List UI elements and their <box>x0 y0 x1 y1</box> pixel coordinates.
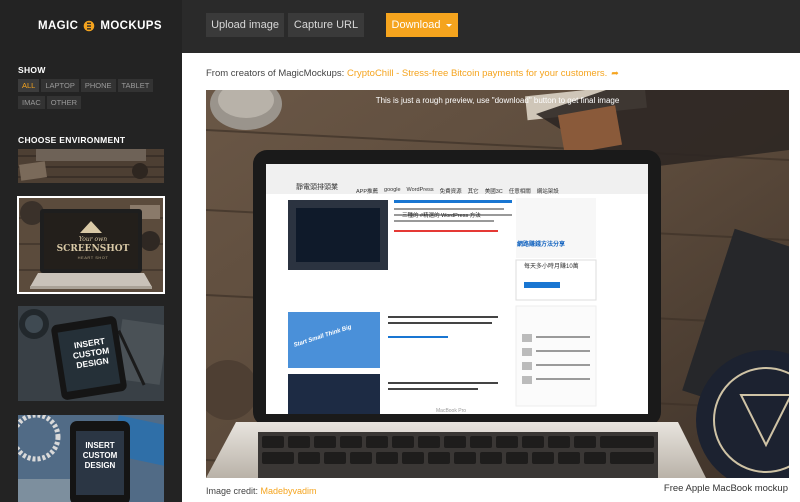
filter-phone[interactable]: PHONE <box>80 79 116 92</box>
screen-nav-item-5: 其它 <box>467 189 479 195</box>
filter-tablet[interactable]: TABLET <box>117 79 154 92</box>
screen-nav-item-7: 任意相關 <box>508 189 531 195</box>
screen-nav-item-3: WordPress <box>406 187 434 193</box>
screen-nav-item-8: 網站架設 <box>536 189 559 195</box>
thumbnail-1-image <box>18 149 164 183</box>
screen-nav-item-1: APP推薦 <box>356 189 379 195</box>
thumbnail-4-caption-line-1: INSERT <box>85 441 115 450</box>
chevron-down-icon <box>446 23 453 27</box>
filter-other[interactable]: OTHER <box>46 96 81 109</box>
top-toolbar: Upload image Capture URL Download <box>182 0 800 53</box>
screen-side-heading: 每天多小時月賺10萬 <box>524 264 579 270</box>
promo-prefix: From creators of MagicMockups: <box>206 68 347 79</box>
download-button[interactable]: Download <box>386 13 458 37</box>
download-button-label: Download <box>391 19 441 31</box>
screen-nav-item-2: google <box>384 187 401 193</box>
coin-logo-icon <box>84 20 95 32</box>
capture-url-button[interactable]: Capture URL <box>288 13 364 37</box>
environment-thumbnail-3[interactable]: INSERT CUSTOM DESIGN <box>18 306 164 401</box>
show-label: SHOW <box>18 65 46 75</box>
screen-article-headline: 三種的 #精選的 WordPress 方法 <box>402 213 481 219</box>
device-filter-row-1: ALL LAPTOP PHONE TABLET <box>18 79 154 92</box>
sidebar: MAGIC MOCKUPS SHOW ALL LAPTOP PHONE TABL… <box>0 0 182 502</box>
thumbnail-2-caption-small: Your own <box>78 236 108 243</box>
screen-side-title: 網路賺錢方法分享 <box>517 242 566 248</box>
screen-site-title: 靜電頭排頭業 <box>296 184 338 191</box>
environment-thumbnail-1[interactable] <box>18 149 164 183</box>
brand-logo[interactable]: MAGIC MOCKUPS <box>38 19 162 33</box>
upload-image-button[interactable]: Upload image <box>206 13 284 37</box>
image-credit: Image credit: Madebyvadim <box>206 486 317 496</box>
mockup-preview: This is just a rough preview, use "downl… <box>206 90 789 478</box>
environment-thumbnail-4[interactable]: INSERT CUSTOM DESIGN <box>18 415 164 502</box>
mockup-preview-image <box>206 90 789 478</box>
filter-all[interactable]: ALL <box>18 79 40 92</box>
thumbnail-2-caption-sub: HEART SHOT <box>77 255 109 260</box>
preview-notice: This is just a rough preview, use "downl… <box>375 96 620 105</box>
environment-thumbnail-2[interactable]: Your own SCREENSHOT HEART SHOT <box>17 196 165 294</box>
filter-laptop[interactable]: LAPTOP <box>41 79 79 92</box>
share-arrow-icon[interactable]: ➦ <box>611 68 619 78</box>
laptop-model-label: MacBook Pro <box>436 408 467 414</box>
screen-nav-item-4: 免費資源 <box>439 189 462 195</box>
cryptochill-link[interactable]: CryptoChill - Stress-free Bitcoin paymen… <box>347 68 607 79</box>
brand-name-left: MAGIC <box>38 20 79 32</box>
promo-banner: From creators of MagicMockups: CryptoChi… <box>206 68 619 79</box>
device-filter-row-2: IMAC OTHER <box>18 96 81 109</box>
screen-nav-item-6: 美國3C <box>484 189 503 195</box>
choose-environment-label: CHOOSE ENVIRONMENT <box>18 135 126 145</box>
thumbnail-4-caption-line-3: DESIGN <box>84 461 116 470</box>
thumbnail-2-caption-big: SCREENSHOT <box>56 244 130 254</box>
mockup-name-label: Free Apple MacBook mockup <box>661 483 790 494</box>
image-credit-prefix: Image credit: <box>206 486 261 496</box>
filter-imac[interactable]: IMAC <box>18 96 45 109</box>
brand-name-right: MOCKUPS <box>100 20 162 32</box>
screen-site-nav: APP推薦 google WordPress 免費資源 其它 美國3C 任意相關… <box>356 187 559 195</box>
thumbnail-4-caption-line-2: CUSTOM <box>82 451 118 460</box>
thumbnail-4-caption: INSERT CUSTOM DESIGN <box>76 441 124 471</box>
image-credit-author-link[interactable]: Madebyvadim <box>261 486 317 496</box>
